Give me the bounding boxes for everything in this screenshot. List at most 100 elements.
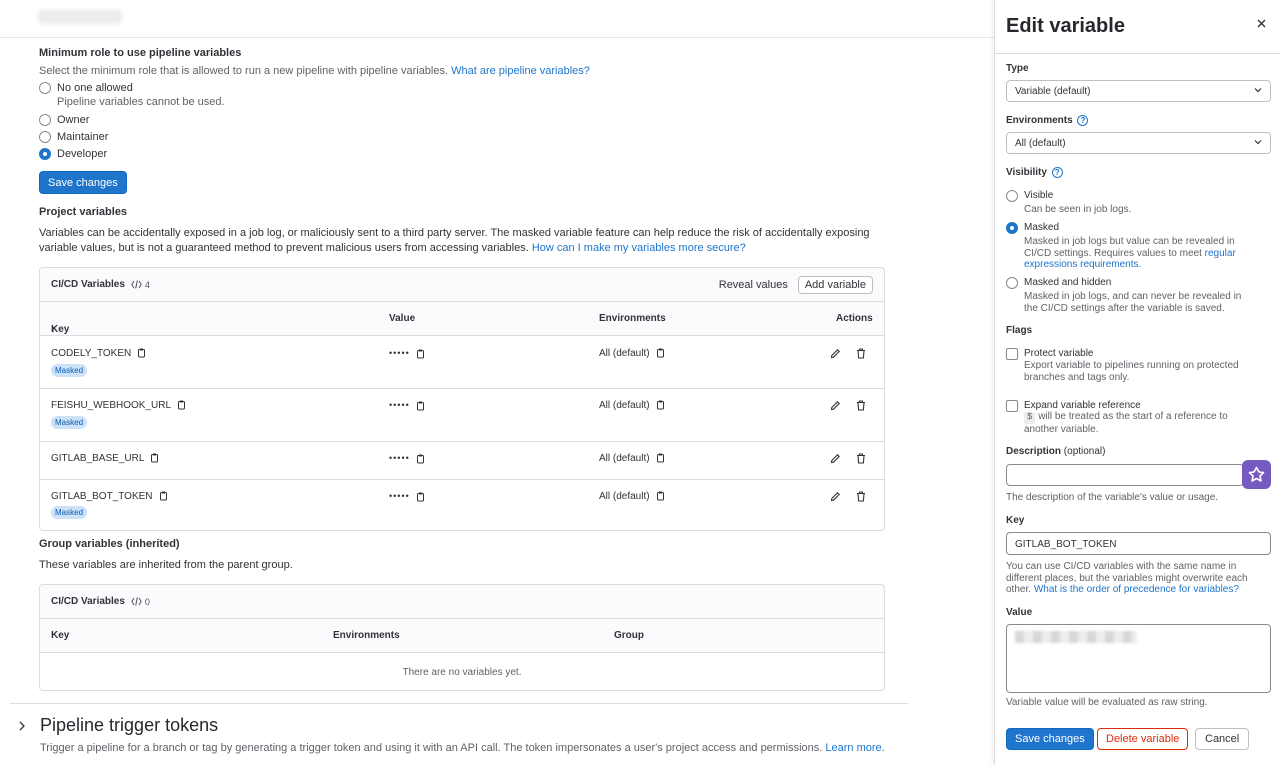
radio-circle-selected[interactable] bbox=[1006, 222, 1018, 234]
save-variable-button[interactable]: Save changes bbox=[1006, 728, 1094, 750]
radio-owner[interactable]: Owner bbox=[39, 113, 89, 127]
learn-more-link[interactable]: Learn more. bbox=[825, 742, 884, 754]
env-text: All (default) bbox=[599, 348, 650, 359]
radio-label: Maintainer bbox=[57, 131, 109, 143]
trash-icon[interactable] bbox=[856, 348, 866, 359]
copy-icon[interactable] bbox=[158, 491, 168, 501]
masked-value: ••••• bbox=[389, 400, 410, 410]
copy-icon[interactable] bbox=[655, 400, 665, 410]
desc-text: variable values, but is not a guaranteed… bbox=[39, 242, 529, 254]
help-icon[interactable]: ? bbox=[1077, 115, 1089, 126]
radio-circle[interactable] bbox=[39, 82, 51, 94]
checkbox[interactable] bbox=[1006, 348, 1018, 360]
type-select[interactable]: Variable (default) bbox=[1006, 80, 1271, 102]
radio-circle[interactable] bbox=[1006, 190, 1018, 202]
var-key-text: GITLAB_BOT_TOKEN bbox=[51, 491, 153, 502]
edit-variable-drawer: Edit variable Type Variable (default) En… bbox=[994, 0, 1280, 765]
radio-masked[interactable]: Masked bbox=[1006, 221, 1059, 235]
trash-icon[interactable] bbox=[856, 491, 866, 502]
save-role-button[interactable]: Save changes bbox=[39, 171, 127, 194]
min-role-desc: Select the minimum role that is allowed … bbox=[39, 65, 590, 77]
radio-developer[interactable]: Developer bbox=[39, 147, 107, 161]
value-textarea[interactable] bbox=[1006, 624, 1271, 693]
environments-select[interactable]: All (default) bbox=[1006, 132, 1271, 154]
section-divider bbox=[10, 703, 908, 704]
regex-link-cont[interactable]: expressions requirements. bbox=[1024, 259, 1141, 270]
var-key: GITLAB_BASE_URL bbox=[51, 453, 159, 464]
flags-label: Flags bbox=[1006, 325, 1033, 336]
var-key: GITLAB_BOT_TOKEN bbox=[51, 491, 168, 502]
expand-help: $ will be treated as the start of a refe… bbox=[1024, 411, 1274, 435]
delete-variable-button[interactable]: Delete variable bbox=[1097, 728, 1189, 750]
badge-text: Masked bbox=[51, 364, 88, 377]
close-icon[interactable] bbox=[1257, 19, 1266, 28]
radio-circle[interactable] bbox=[39, 131, 51, 143]
pencil-icon[interactable] bbox=[830, 400, 841, 411]
copy-icon[interactable] bbox=[415, 492, 425, 502]
group-vars-title: Group variables (inherited) bbox=[39, 538, 180, 550]
radio-maintainer[interactable]: Maintainer bbox=[39, 130, 108, 144]
radio-circle[interactable] bbox=[39, 114, 51, 126]
trash-icon[interactable] bbox=[856, 400, 866, 411]
visibility-label: Visibility ? bbox=[1006, 167, 1063, 178]
var-key: CODELY_TOKEN bbox=[51, 348, 146, 359]
precedence-link[interactable]: What is the order of precedence for vari… bbox=[1034, 584, 1239, 595]
help-line: expressions requirements. bbox=[1024, 259, 1274, 271]
duo-ai-button[interactable] bbox=[1242, 460, 1271, 489]
triggers-desc-text: Trigger a pipeline for a branch or tag b… bbox=[40, 742, 823, 754]
count-text: 0 bbox=[144, 596, 150, 607]
pencil-icon[interactable] bbox=[830, 491, 841, 502]
trash-icon[interactable] bbox=[856, 453, 866, 464]
protect-variable-checkbox[interactable]: Protect variable bbox=[1006, 348, 1093, 360]
copy-icon[interactable] bbox=[176, 400, 186, 410]
add-variable-button[interactable]: Add variable bbox=[797, 275, 873, 294]
radio-label: Masked bbox=[1024, 222, 1060, 233]
code-icon bbox=[131, 597, 142, 606]
copy-icon[interactable] bbox=[655, 491, 665, 501]
key-input[interactable]: GITLAB_BOT_TOKEN bbox=[1006, 532, 1271, 555]
copy-icon[interactable] bbox=[415, 454, 425, 464]
pencil-icon[interactable] bbox=[830, 348, 841, 359]
copy-icon[interactable] bbox=[655, 453, 665, 463]
help-text: other. bbox=[1006, 584, 1032, 595]
pipeline-vars-help-link[interactable]: What are pipeline variables? bbox=[451, 65, 590, 77]
pencil-icon[interactable] bbox=[830, 453, 841, 464]
radio-label: Owner bbox=[57, 114, 90, 126]
main-content: Minimum role to use pipeline variables S… bbox=[0, 38, 994, 765]
value-help: Variable value will be evaluated as raw … bbox=[1006, 697, 1208, 708]
environments-label: Environments ? bbox=[1006, 115, 1089, 126]
radio-no-one-allowed[interactable]: No one allowed bbox=[39, 81, 133, 95]
env-text: All (default) bbox=[599, 491, 650, 502]
regex-link[interactable]: regular bbox=[1205, 248, 1236, 259]
radio-masked-hidden[interactable]: Masked and hidden bbox=[1006, 276, 1111, 290]
copy-icon[interactable] bbox=[415, 401, 425, 411]
triggers-title[interactable]: Pipeline trigger tokens bbox=[40, 715, 218, 736]
secure-vars-link[interactable]: How can I make my variables more secure? bbox=[532, 242, 746, 254]
radio-circle[interactable] bbox=[1006, 277, 1018, 289]
variable-count: 0 bbox=[131, 597, 150, 607]
col-actions: Actions bbox=[836, 313, 873, 324]
copy-icon[interactable] bbox=[149, 453, 159, 463]
radio-visible[interactable]: Visible bbox=[1006, 189, 1053, 203]
env-text: All (default) bbox=[599, 400, 650, 411]
top-header bbox=[0, 0, 994, 38]
copy-icon[interactable] bbox=[136, 348, 146, 358]
checkbox[interactable] bbox=[1006, 400, 1018, 412]
help-icon[interactable]: ? bbox=[1051, 167, 1063, 178]
copy-icon[interactable] bbox=[655, 348, 665, 358]
var-value: ••••• bbox=[389, 453, 425, 464]
cancel-button[interactable]: Cancel bbox=[1195, 728, 1250, 750]
code-icon bbox=[131, 280, 142, 289]
col-environments: Environments bbox=[333, 630, 400, 641]
drawer-header: Edit variable bbox=[995, 0, 1280, 54]
chevron-right-icon[interactable] bbox=[18, 721, 26, 731]
value-label: Value bbox=[1006, 607, 1033, 618]
description-input[interactable] bbox=[1006, 464, 1244, 486]
copy-icon[interactable] bbox=[415, 349, 425, 359]
radio-label: No one allowed bbox=[57, 82, 133, 94]
reveal-values-button[interactable]: Reveal values bbox=[719, 279, 788, 291]
table-row: CODELY_TOKEN Masked ••••• All (default) bbox=[40, 337, 884, 389]
radio-circle-selected[interactable] bbox=[39, 148, 51, 160]
card-header: CI/CD Variables 0 bbox=[40, 585, 884, 619]
sort-arrow-icon: ↑ bbox=[51, 324, 56, 335]
